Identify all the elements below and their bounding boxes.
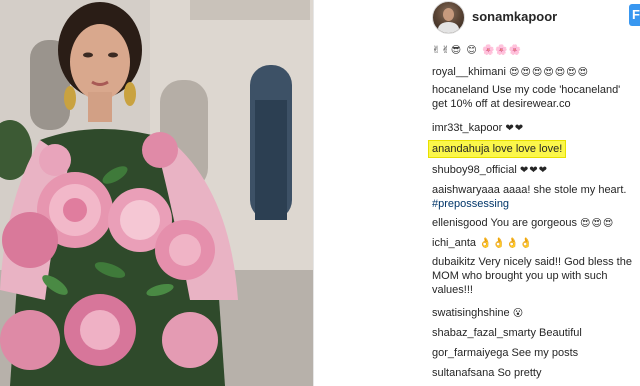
comment-username[interactable]: shuboy98_official bbox=[432, 164, 517, 176]
comment-emoji: ❤❤❤ bbox=[519, 165, 549, 176]
comment-text: love love love! bbox=[492, 143, 563, 155]
comment-item: shabaz_fazal_smarty Beautiful bbox=[432, 326, 640, 340]
comment-item: royal__khimani 😍😍😍😍😍😍😍 bbox=[432, 65, 640, 80]
comment-item: ellenisgood You are gorgeous 😍😍😍 bbox=[432, 216, 640, 231]
comment-text: You are gorgeous bbox=[490, 217, 577, 229]
comment-username[interactable]: dubaikitz bbox=[432, 256, 475, 268]
comment-emoji: ✌✌😎 😊 🌸🌸🌸 bbox=[432, 45, 523, 56]
comment-username[interactable]: royal__khimani bbox=[432, 66, 506, 78]
comment-username[interactable]: shabaz_fazal_smarty bbox=[432, 327, 536, 339]
comment-partial: ✌✌😎 😊 🌸🌸🌸 bbox=[432, 43, 640, 58]
comment-emoji: 😮 bbox=[512, 308, 525, 319]
comment-text: So pretty bbox=[497, 367, 542, 379]
account-username[interactable]: sonamkapoor bbox=[472, 9, 557, 24]
comment-item-highlighted: anandahuja love love love! bbox=[427, 140, 567, 158]
comment-username[interactable]: gor_farmaiyega bbox=[432, 347, 508, 359]
comment-item: hocaneland Use my code 'hocaneland' get … bbox=[432, 83, 632, 111]
comment-item: imr33t_kapoor ❤❤ bbox=[432, 121, 640, 136]
post-photo bbox=[0, 0, 313, 386]
comment-username[interactable]: anandahuja bbox=[432, 143, 490, 155]
comment-item: dubaikitz Very nicely said!! God bless t… bbox=[432, 255, 638, 297]
comment-username[interactable]: ichi_anta bbox=[432, 237, 476, 249]
comment-hashtag[interactable]: #prepossessing bbox=[432, 197, 640, 211]
comment-item: aaishwaryaaa aaaa! she stole my heart. #… bbox=[432, 183, 640, 211]
comment-item: gor_farmaiyega See my posts bbox=[432, 346, 640, 360]
comment-emoji: 😍😍😍 bbox=[580, 218, 615, 229]
comment-emoji: 👌👌👌👌 bbox=[479, 238, 533, 249]
comment-text: See my posts bbox=[511, 347, 579, 359]
comment-username[interactable]: aaishwaryaaa bbox=[432, 184, 500, 196]
comment-item: ichi_anta 👌👌👌👌 bbox=[432, 236, 640, 251]
follow-button[interactable]: F bbox=[629, 4, 640, 26]
comment-username[interactable]: swatisinghshine bbox=[432, 307, 510, 319]
comment-emoji: ❤❤ bbox=[505, 123, 525, 134]
comment-emoji: 😍😍😍😍😍😍😍 bbox=[509, 67, 590, 78]
comment-username[interactable]: imr33t_kapoor bbox=[432, 122, 502, 134]
comment-text: Beautiful bbox=[539, 327, 582, 339]
comment-text: aaaa! she stole my heart. bbox=[502, 184, 627, 196]
comment-item: swatisinghshine 😮 bbox=[432, 306, 640, 321]
avatar-face bbox=[443, 8, 454, 21]
comment-username[interactable]: sultanafsana bbox=[432, 367, 494, 379]
post-photo-illustration bbox=[0, 0, 313, 386]
comment-username[interactable]: hocaneland bbox=[432, 84, 489, 96]
comment-item: sultanafsana So pretty bbox=[432, 366, 640, 380]
comments-panel: sonamkapoor F ✌✌😎 😊 🌸🌸🌸 royal__khimani 😍… bbox=[314, 0, 640, 386]
profile-avatar[interactable] bbox=[432, 1, 465, 34]
avatar-shoulders bbox=[438, 22, 459, 33]
comment-username[interactable]: ellenisgood bbox=[432, 217, 488, 229]
post-header: sonamkapoor F bbox=[314, 0, 640, 36]
comment-item: shuboy98_official ❤❤❤ bbox=[432, 163, 640, 178]
